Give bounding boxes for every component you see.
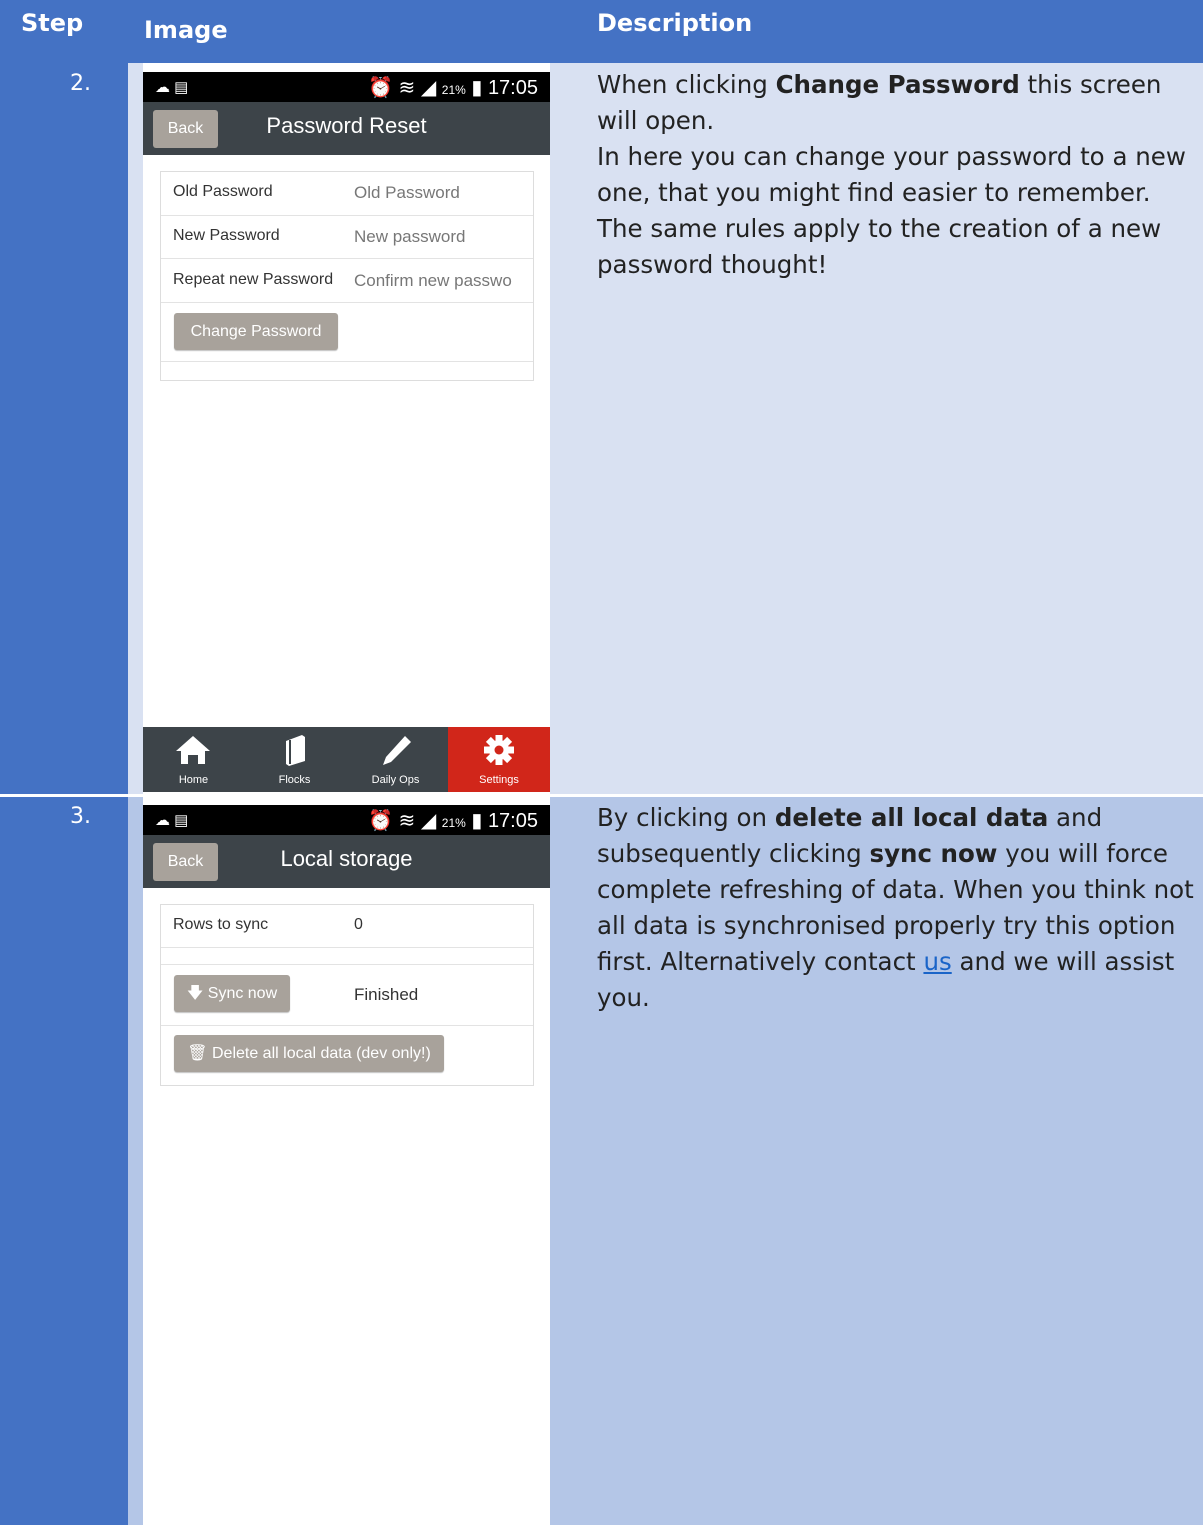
field-label: Repeat new Password <box>173 271 334 288</box>
status-bar: ☁ ▤ ⏰ ≋ ◢ 21% ▮ 17:05 <box>143 805 550 835</box>
system-icons: ⏰ ≋ ◢ 21% ▮ 17:05 <box>368 810 538 832</box>
gear-icon <box>484 735 514 765</box>
step-cell: 2. <box>0 63 128 794</box>
tab-label: Settings <box>479 774 519 786</box>
tab-flocks[interactable]: Flocks <box>244 727 345 792</box>
phone-screenshot-local-storage: ☁ ▤ ⏰ ≋ ◢ 21% ▮ 17:05 Back Local storage… <box>143 805 550 1525</box>
trash-icon: 🗑 <box>187 1045 208 1062</box>
app-bar: Back Password Reset <box>143 102 550 155</box>
battery-icon: ▮ <box>471 77 483 99</box>
description-cell: When clicking Change Password this scree… <box>581 63 1203 794</box>
flocks-icon <box>286 735 305 766</box>
step-number: 3. <box>70 804 91 829</box>
tab-home[interactable]: Home <box>143 727 244 792</box>
table-header: Step Image Description <box>0 0 1203 63</box>
tab-daily-ops[interactable]: Daily Ops <box>345 727 446 792</box>
form-row-repeat-password: Repeat new Password Confirm new passwo <box>161 259 533 303</box>
status-bar: ☁ ▤ ⏰ ≋ ◢ 21% ▮ 17:05 <box>143 72 550 102</box>
page-title: Local storage <box>280 846 413 871</box>
header-step: Step <box>21 9 84 37</box>
rows-to-sync-value: 0 <box>354 916 363 933</box>
delete-row: 🗑 Delete all local data (dev only!) <box>161 1026 533 1084</box>
header-image: Image <box>144 16 228 44</box>
local-storage-panel: Rows to sync 0 🡇 Sync now Finished 🗑 Del… <box>160 904 534 1086</box>
description-cell: By clicking on delete all local data and… <box>581 797 1203 1525</box>
pencil-icon <box>383 736 411 765</box>
battery-percentage: 21% <box>441 83 466 97</box>
old-password-input[interactable]: Old Password <box>354 183 460 203</box>
change-password-button[interactable]: Change Password <box>174 313 338 350</box>
form-row-new-password: New Password New password <box>161 215 533 259</box>
notification-icons: ☁ ▤ <box>155 79 189 96</box>
description-text: By clicking on delete all local data and… <box>597 803 1194 1012</box>
rows-to-sync-label: Rows to sync <box>173 916 269 933</box>
battery-icon: ▮ <box>471 810 483 832</box>
header-description: Description <box>597 9 753 37</box>
field-label: Old Password <box>173 183 273 200</box>
new-password-input[interactable]: New password <box>354 227 466 247</box>
step-number: 2. <box>70 71 91 96</box>
battery-percentage: 21% <box>441 816 466 830</box>
tab-label: Flocks <box>278 774 311 786</box>
clock: 17:05 <box>487 810 538 832</box>
step-cell: 3. <box>0 797 128 1525</box>
sync-row: 🡇 Sync now Finished <box>161 965 533 1026</box>
notification-icons: ☁ ▤ <box>155 812 189 829</box>
phone-screenshot-password-reset: ☁ ▤ ⏰ ≋ ◢ 21% ▮ 17:05 Back Password Rese… <box>143 72 550 794</box>
contact-us-link[interactable]: us <box>923 947 951 976</box>
delete-local-data-button[interactable]: 🗑 Delete all local data (dev only!) <box>174 1035 444 1072</box>
rows-to-sync-row: Rows to sync 0 <box>161 905 533 948</box>
confirm-password-input[interactable]: Confirm new passwo <box>354 271 512 291</box>
page-title: Password Reset <box>266 113 427 138</box>
tab-settings[interactable]: Settings <box>448 727 550 792</box>
sync-now-button[interactable]: 🡇 Sync now <box>174 975 290 1012</box>
app-bar: Back Local storage <box>143 835 550 888</box>
tab-label: Daily Ops <box>371 774 420 786</box>
system-icons: ⏰ ≋ ◢ 21% ▮ 17:05 <box>368 77 538 99</box>
tab-label: Home <box>178 774 209 786</box>
form-row-button: Change Password <box>161 303 533 362</box>
field-label: New Password <box>173 227 280 244</box>
sync-status: Finished <box>354 985 419 1004</box>
description-text: When clicking Change Password this scree… <box>597 70 1186 279</box>
password-form: Old Password Old Password New Password N… <box>160 171 534 381</box>
home-icon <box>176 736 210 764</box>
arrow-down-icon: 🡇 <box>186 985 204 1002</box>
bottom-tab-bar: Home Flocks Daily Ops Settings <box>143 727 550 792</box>
form-row-old-password: Old Password Old Password <box>161 172 533 216</box>
clock: 17:05 <box>487 77 538 99</box>
